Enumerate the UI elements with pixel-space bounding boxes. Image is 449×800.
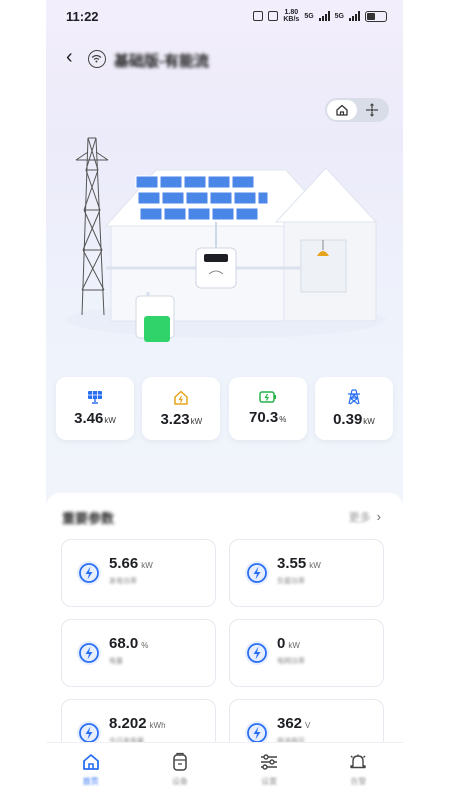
screen-record-icon	[268, 11, 279, 21]
param-value: 68.0	[109, 635, 139, 652]
net-speed-unit: KB/s	[283, 16, 300, 23]
sim2-label: 5G	[334, 12, 344, 20]
page-title: 基础版-有能流	[114, 53, 209, 70]
summary-unit: kW	[104, 416, 116, 425]
battery-icon	[258, 391, 276, 403]
summary-card-solar[interactable]: 3.46kW	[56, 377, 134, 440]
bell-icon	[350, 754, 367, 769]
sim1-label: 5G	[304, 12, 314, 20]
signal-icon-2	[349, 11, 360, 21]
signal-icon	[318, 11, 330, 21]
params-grid: 5.66 kW 发电功率 3.55 kW 负载功率 68.0% 电量 0 kW 电网功…	[61, 539, 384, 753]
transmission-tower-icon	[75, 137, 109, 316]
summary-unit: kW	[363, 417, 375, 426]
solar-panel-icon	[88, 391, 102, 404]
summary-value: 3.46	[74, 410, 104, 427]
alarm-icon	[253, 11, 264, 21]
home-view-toggle[interactable]	[327, 100, 357, 120]
lightning-icon	[77, 641, 101, 665]
sliders-icon	[261, 754, 278, 770]
summary-unit: kW	[190, 416, 203, 426]
param-value: 8.202	[109, 715, 147, 732]
param-value: 3.55	[277, 555, 307, 572]
param-card[interactable]: 5.66 kW 发电功率	[61, 539, 216, 607]
param-unit: V	[305, 721, 311, 730]
page-header: ‹ 基础版-有能流	[46, 44, 403, 74]
bottom-nav: 首页 设备 设置 告警	[46, 742, 403, 800]
section-title: 重要参数	[62, 511, 115, 526]
flow-view-toggle[interactable]	[357, 100, 387, 120]
net-speed: 1.80 KB/s	[283, 9, 299, 23]
home-load-icon	[174, 390, 189, 405]
nav-item-settings[interactable]: 设置	[239, 752, 299, 787]
summary-unit: %	[279, 415, 287, 424]
lightning-icon	[245, 561, 269, 585]
key-params-panel: 重要参数 更多 › 5.66 kW 发电功率 3.55 kW 负载功率 68.0% 电…	[46, 493, 403, 753]
param-unit: kW	[288, 641, 300, 650]
wifi-glyph-icon	[91, 54, 102, 63]
summary-value: 70.3	[248, 409, 279, 426]
status-time: 11:22	[66, 9, 99, 24]
lightning-icon	[245, 641, 269, 665]
param-label: 电量	[109, 658, 123, 665]
home-icon	[82, 754, 99, 770]
view-toggle[interactable]	[325, 98, 389, 122]
flow-icon	[366, 103, 378, 117]
back-arrow-icon[interactable]: ‹	[66, 47, 73, 67]
param-unit: kW	[141, 561, 153, 570]
app-screen: 11:22 1.80 KB/s 5G 5G ‹ 基础版-有能流 3.46kW 3…	[46, 0, 403, 800]
inverter-icon	[195, 247, 237, 289]
param-card[interactable]: 68.0% 电量	[61, 619, 216, 687]
nav-item-alarm[interactable]: 告警	[328, 752, 388, 787]
param-label: 电网功率	[277, 658, 305, 665]
nav-label: 首页	[82, 777, 99, 786]
nav-item-device[interactable]: 设备	[150, 752, 210, 787]
nav-label: 设置	[261, 777, 278, 786]
param-label: 负载功率	[277, 578, 305, 585]
summary-cards: 3.46kW 3.23kW 70.3% 0.39kW	[56, 377, 393, 440]
home-icon	[336, 104, 348, 116]
solar-panels-icon	[135, 175, 269, 221]
house-scene-svg	[66, 137, 386, 342]
summary-card-grid[interactable]: 0.39kW	[314, 377, 393, 440]
param-value: 5.66	[109, 555, 139, 572]
wifi-icon	[88, 50, 106, 68]
battery-status-icon	[365, 10, 387, 22]
summary-card-battery[interactable]: 70.3%	[228, 377, 307, 440]
param-card[interactable]: 0 kW 电网功率	[229, 619, 384, 687]
nav-label: 设备	[171, 777, 188, 786]
param-value: 362	[277, 715, 303, 732]
more-label: 更多	[348, 512, 371, 524]
more-link[interactable]: 更多 ›	[349, 509, 381, 525]
battery-device-icon	[173, 752, 187, 771]
status-bar: 11:22 1.80 KB/s 5G 5G	[46, 0, 403, 34]
param-unit: kWh	[149, 721, 166, 730]
grid-tower-icon	[347, 389, 360, 405]
summary-value: 3.23	[160, 410, 190, 428]
param-unit: %	[141, 641, 149, 650]
param-value: 0	[277, 635, 286, 652]
nav-item-home[interactable]: 首页	[61, 752, 121, 787]
battery-pack-icon	[135, 295, 175, 342]
nav-label: 告警	[350, 777, 367, 786]
energy-flow-illustration	[46, 130, 403, 360]
chevron-right-icon: ›	[376, 509, 381, 524]
status-icons: 1.80 KB/s 5G 5G	[253, 9, 387, 23]
summary-card-load[interactable]: 3.23kW	[142, 377, 221, 440]
lightning-icon	[77, 561, 101, 585]
summary-value: 0.39	[333, 411, 363, 428]
param-unit: kW	[309, 561, 321, 570]
param-card[interactable]: 3.55 kW 负载功率	[229, 539, 384, 607]
net-speed-value: 1.80	[284, 9, 299, 16]
param-label: 发电功率	[109, 578, 137, 585]
